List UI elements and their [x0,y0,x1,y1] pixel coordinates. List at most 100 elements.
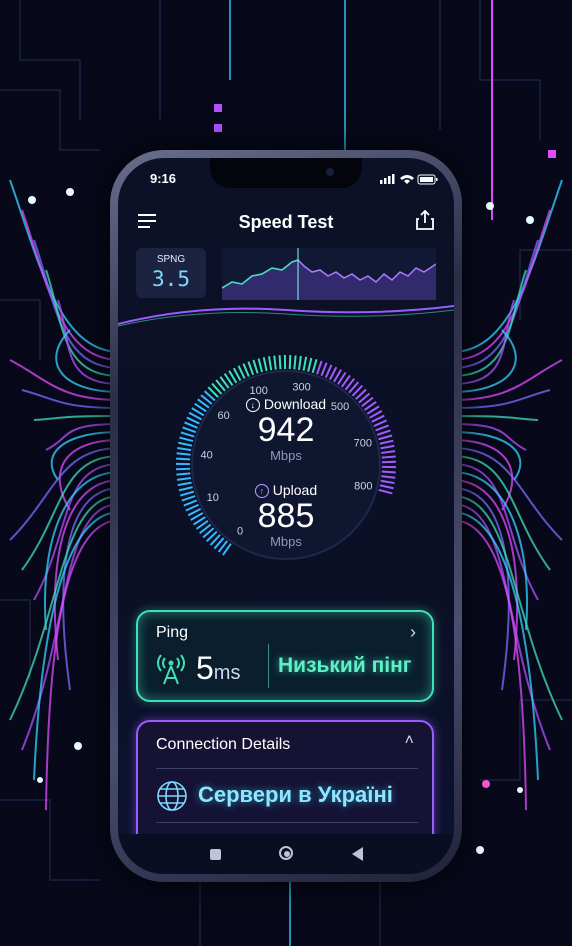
ping-value: 5 [196,650,214,686]
gauge-tick [268,356,273,371]
connection-title: Connection Details [156,736,291,753]
divider [156,822,418,823]
gauge-tick [302,356,308,371]
upload-label-row: ↑ Upload [226,482,346,498]
gauge-tick [273,355,277,370]
ping-unit: ms [213,662,241,684]
antenna-icon [157,654,185,685]
front-camera [326,168,334,176]
ping-title: Ping [156,624,189,641]
notch [210,158,362,188]
signal-icon [380,174,395,184]
chevron-right-icon[interactable]: › [410,622,416,643]
gauge-tick-label: 10 [207,492,219,504]
wave-divider [118,305,454,327]
gauge-tick [320,362,328,377]
phone-frame: 9:16 Speed Test SPNG 3.5 0 10 40 60 100 … [110,150,462,882]
gauge-tick [176,472,191,476]
gauge-tick-label: 300 [292,382,310,394]
gauge-tick [247,361,255,376]
upload-unit: Mbps [270,534,302,549]
gauge-tick [381,470,396,474]
download-unit: Mbps [270,448,302,463]
spng-label: SPNG [156,254,186,265]
gauge-tick [293,355,297,370]
gauge-tick [381,455,396,459]
page-title: Speed Test [238,212,334,232]
battery-icon [417,174,438,185]
server-location: Сервери в Україні [198,782,393,807]
gauge-tick [176,452,191,456]
gauge-tick [176,477,192,481]
gauge-tick [376,429,391,436]
ping-status: Низький пінг [278,654,412,677]
gauge-tick [257,358,264,373]
ping-divider [268,644,269,688]
download-label-row: ↓ Download [226,396,346,412]
gauge-tick [316,360,323,375]
gauge-tick [178,441,193,447]
wifi-icon [400,175,414,184]
gauge-tick [182,426,197,434]
download-value: 942 [257,411,315,449]
share-icon[interactable] [416,210,434,230]
chevron-up-icon[interactable]: ˄ [405,732,414,750]
recent-apps-button[interactable] [210,849,221,860]
gauge-tick [307,357,313,372]
gauge-tick [311,359,318,374]
gauge-tick [179,436,194,443]
gauge-tick [379,484,394,490]
gauge-tick-label: 800 [354,481,372,493]
gauge-tick [380,444,395,450]
gauge-tick [177,481,192,487]
gauge-tick-label: 700 [354,438,372,450]
spng-value: 3.5 [152,267,190,291]
upload-icon: ↑ [254,484,269,498]
gauge-tick [186,416,200,425]
gauge-tick [252,359,259,374]
speed-gauge: 0104060100 300500700800 [175,354,396,560]
ping-readout: 5ms [196,650,240,687]
gauge-tick [378,434,393,441]
gauge-tick [237,365,246,379]
gauge-tick [176,457,191,461]
upload-value: 885 [257,497,315,535]
status-time: 9:16 [150,171,177,186]
phone-screen: 9:16 Speed Test SPNG 3.5 0 10 40 60 100 … [118,158,454,874]
home-button[interactable] [279,846,293,860]
gauge-tick-label: 40 [201,450,213,462]
gauge-tick [298,355,302,371]
gauge-tick [288,355,292,370]
gauge-tick [278,355,282,370]
upload-label: Upload [272,482,318,498]
gauge-tick [379,439,394,445]
status-icons [380,174,438,185]
system-nav-bar [118,834,454,874]
speed-history-graph [222,248,436,300]
gauge-tick [242,363,250,377]
gauge-tick [375,424,389,432]
divider [156,768,418,769]
gauge-tick [177,447,192,452]
gauge-tick [180,431,195,438]
gauge-tick [380,479,395,485]
back-button[interactable] [352,847,364,861]
app-header: Speed Test [118,200,454,240]
gauge-tick [185,503,200,512]
gauge-tick [181,495,196,502]
gauge-tick [381,475,396,479]
download-icon: ↓ [245,398,260,412]
globe-icon [157,781,187,811]
ping-card[interactable]: Ping › 5ms Низький пінг [136,610,434,702]
spng-widget: SPNG 3.5 [136,248,206,298]
gauge-tick [373,419,387,428]
gauge-tick [183,499,198,507]
gauge-tick [262,357,268,372]
gauge-tick [184,421,198,429]
gauge-tick [324,364,333,379]
download-label: Download [263,396,327,412]
gauge-tick [180,490,195,497]
gauge-tick [381,450,396,454]
gauge-tick [378,488,393,495]
connection-details-card[interactable]: Connection Details ˄ Сервери в Україні [136,720,434,850]
